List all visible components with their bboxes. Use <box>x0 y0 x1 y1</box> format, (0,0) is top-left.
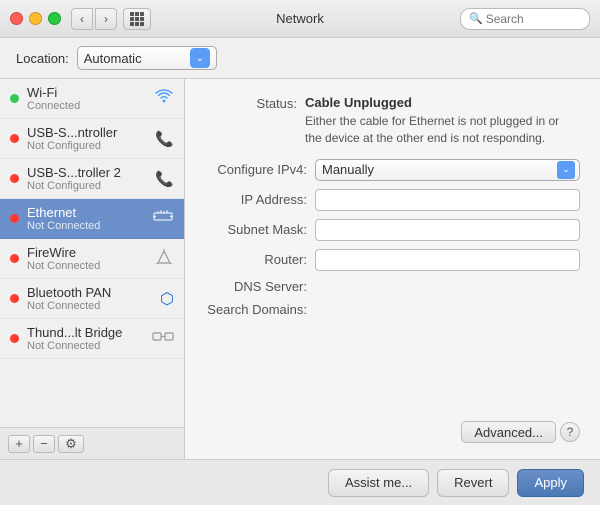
forward-button[interactable]: › <box>95 8 117 30</box>
add-network-button[interactable]: + <box>8 435 30 453</box>
item-name-usb2: USB-S...troller 2 <box>27 165 151 180</box>
subnet-row: Subnet Mask: <box>205 219 580 241</box>
detail-panel: Status: Cable Unplugged Either the cable… <box>185 79 600 459</box>
advanced-button[interactable]: Advanced... <box>461 421 556 443</box>
phone-icon-usb2: 📞 <box>155 170 174 188</box>
nav-buttons: ‹ › <box>71 8 117 30</box>
search-icon: 🔍 <box>469 12 483 25</box>
router-row: Router: <box>205 249 580 271</box>
sidebar-item-ethernet[interactable]: Ethernet Not Connected <box>0 199 184 239</box>
router-input[interactable] <box>315 249 580 271</box>
search-domains-label: Search Domains: <box>205 302 315 317</box>
sidebar-list: Wi-Fi Connected USB-S...nt <box>0 79 184 427</box>
detail-actions: Advanced... ? <box>205 421 580 443</box>
item-status-ethernet: Not Connected <box>27 220 148 232</box>
maximize-button[interactable] <box>48 12 61 25</box>
location-select[interactable]: Automatic ⌄ <box>77 46 217 70</box>
ip-input[interactable] <box>315 189 580 211</box>
settings-button[interactable]: ⚙ <box>58 435 84 453</box>
grid-view-button[interactable] <box>123 8 151 30</box>
item-status-thunderbolt: Not Connected <box>27 340 148 352</box>
item-status-usb2: Not Configured <box>27 180 151 192</box>
item-status-usb1: Not Configured <box>27 140 151 152</box>
item-status-bluetooth: Not Connected <box>27 300 156 312</box>
item-status-wifi: Connected <box>27 100 150 112</box>
ip-label: IP Address: <box>205 192 315 207</box>
status-label: Status: <box>205 95 305 111</box>
traffic-lights <box>10 12 61 25</box>
sidebar-item-usb1[interactable]: USB-S...ntroller Not Configured 📞 <box>0 119 184 159</box>
status-desc: Either the cable for Ethernet is not plu… <box>305 113 565 147</box>
search-domains-row: Search Domains: <box>205 302 580 317</box>
sidebar-item-bluetooth[interactable]: Bluetooth PAN Not Connected ⬡ <box>0 279 184 319</box>
help-button[interactable]: ? <box>560 422 580 442</box>
assist-button[interactable]: Assist me... <box>328 469 429 497</box>
status-title: Cable Unplugged <box>305 95 565 110</box>
apply-button[interactable]: Apply <box>517 469 584 497</box>
sidebar-item-firewire[interactable]: FireWire Not Connected <box>0 239 184 279</box>
item-name-ethernet: Ethernet <box>27 205 148 220</box>
bluetooth-icon: ⬡ <box>160 289 174 309</box>
subnet-input[interactable] <box>315 219 580 241</box>
item-name-thunderbolt: Thund...lt Bridge <box>27 325 148 340</box>
status-dot-thunderbolt <box>10 334 19 343</box>
configure-value: Manually <box>322 162 557 177</box>
status-dot-ethernet <box>10 214 19 223</box>
status-dot-usb2 <box>10 174 19 183</box>
bottom-bar: Assist me... Revert Apply <box>0 459 600 505</box>
sidebar-toolbar: + − ⚙ <box>0 427 184 459</box>
phone-icon-usb1: 📞 <box>155 130 174 148</box>
status-row: Status: Cable Unplugged Either the cable… <box>205 95 580 147</box>
minimize-button[interactable] <box>29 12 42 25</box>
close-button[interactable] <box>10 12 23 25</box>
revert-button[interactable]: Revert <box>437 469 509 497</box>
subnet-label: Subnet Mask: <box>205 222 315 237</box>
status-dot-usb1 <box>10 134 19 143</box>
sidebar-item-wifi[interactable]: Wi-Fi Connected <box>0 79 184 119</box>
configure-label: Configure IPv4: <box>205 162 315 177</box>
window-title: Network <box>276 11 324 26</box>
item-name-wifi: Wi-Fi <box>27 85 150 100</box>
location-dropdown-arrow: ⌄ <box>190 48 210 68</box>
item-name-firewire: FireWire <box>27 245 150 260</box>
status-dot-wifi <box>10 94 19 103</box>
location-bar: Location: Automatic ⌄ <box>0 38 600 79</box>
ethernet-icon <box>152 208 174 229</box>
sidebar-item-usb2[interactable]: USB-S...troller 2 Not Configured 📞 <box>0 159 184 199</box>
wifi-icon <box>154 88 174 109</box>
thunderbolt-icon <box>152 328 174 349</box>
item-name-usb1: USB-S...ntroller <box>27 125 151 140</box>
location-value: Automatic <box>84 51 186 66</box>
status-dot-firewire <box>10 254 19 263</box>
configure-select[interactable]: Manually ⌄ <box>315 159 580 181</box>
firewire-icon <box>154 249 174 268</box>
configure-dropdown-arrow: ⌄ <box>557 161 575 179</box>
router-label: Router: <box>205 252 315 267</box>
back-button[interactable]: ‹ <box>71 8 93 30</box>
search-input[interactable] <box>486 12 581 26</box>
ip-row: IP Address: <box>205 189 580 211</box>
configure-row: Configure IPv4: Manually ⌄ <box>205 159 580 181</box>
item-name-bluetooth: Bluetooth PAN <box>27 285 156 300</box>
location-label: Location: <box>16 51 69 66</box>
item-status-firewire: Not Connected <box>27 260 150 272</box>
dns-row: DNS Server: <box>205 279 580 294</box>
status-dot-bluetooth <box>10 294 19 303</box>
sidebar-item-thunderbolt[interactable]: Thund...lt Bridge Not Connected <box>0 319 184 359</box>
remove-network-button[interactable]: − <box>33 435 55 453</box>
dns-label: DNS Server: <box>205 279 315 294</box>
main-content: Wi-Fi Connected USB-S...nt <box>0 79 600 459</box>
titlebar: ‹ › Network 🔍 <box>0 0 600 38</box>
search-box[interactable]: 🔍 <box>460 8 590 30</box>
sidebar: Wi-Fi Connected USB-S...nt <box>0 79 185 459</box>
